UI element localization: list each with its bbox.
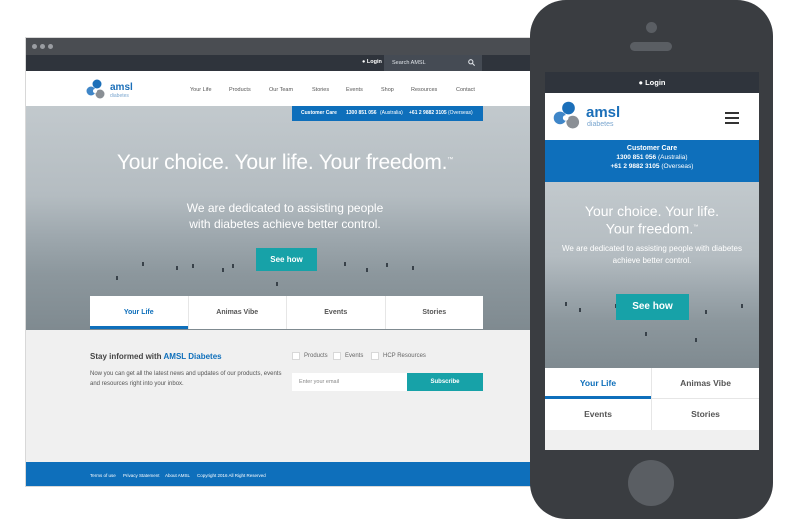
checkbox-events[interactable]: Events [333,352,363,360]
mobile-logo[interactable]: amsl diabetes [553,101,633,133]
email-input[interactable]: Enter your email [292,373,407,391]
tab-your-life[interactable]: Your Life [545,368,652,399]
tab-animas-vibe[interactable]: Animas Vibe [652,368,759,399]
mobile-login-bar[interactable]: ● Login [545,72,759,93]
mobile-hero-subtext: We are dedicated to assisting people wit… [562,244,742,265]
customer-care-label: Customer Care [301,110,337,116]
logo-circles-icon [86,79,105,99]
tab-your-life[interactable]: Your Life [90,296,189,329]
browser-chrome [26,38,544,55]
user-icon: ● [362,59,366,65]
checkbox-icon[interactable] [292,352,300,360]
logo-sub-text: diabetes [110,93,129,99]
newsletter-heading: Stay informed with AMSL Diabetes [90,352,222,361]
nav-resources[interactable]: Resources [411,87,437,93]
subscribe-button[interactable]: Subscribe [407,373,483,391]
region-au: (Australia) [657,154,688,161]
mobile-phone-au-row[interactable]: 1300 851 056 (Australia) [545,154,759,161]
desktop-login-link[interactable]: ● Login [362,59,382,65]
tab-animas-vibe[interactable]: Animas Vibe [189,296,287,329]
menu-icon[interactable] [725,112,739,127]
region-overseas: (Overseas) [448,110,473,116]
search-icon[interactable] [468,59,476,68]
checkbox-products[interactable]: Products [292,352,328,360]
phone-overseas[interactable]: +61 2 9882 3105 [409,110,447,116]
desktop-hero-subtext: We are dedicated to assisting people wit… [26,200,544,232]
checkbox-hcp-resources[interactable]: HCP Resources [371,352,426,360]
footer-about-link[interactable]: About AMSL [165,473,190,478]
trademark: ™ [447,157,454,163]
mobile-hero-headline: Your choice. Your life. Your freedom.™ [545,203,759,237]
newsletter-heading-brand: AMSL Diabetes [163,352,222,361]
newsletter-heading-prefix: Stay informed with [90,352,162,361]
desktop-tabs: Your Life Animas Vibe Events Stories [90,296,483,329]
search-placeholder: Search AMSL [392,60,426,66]
footer-copyright: Copyright 2016 All Right Reserved [197,473,266,478]
nav-contact[interactable]: Contact [456,87,475,93]
tab-events[interactable]: Events [545,399,652,430]
phone-au: 1300 851 056 [616,154,657,161]
checkbox-icon[interactable] [333,352,341,360]
desktop-browser-mockup: ● Login Search AMSL amsl diabetes Your L… [26,38,544,486]
hero-sub-line2: with diabetes achieve better control. [189,217,381,231]
logo-brand-text: amsl [110,82,133,93]
phone-speaker-icon [630,42,672,51]
mobile-phone-os-row[interactable]: +61 2 9882 3105 (Overseas) [545,163,759,170]
mobile-screen: ● Login amsl diabetes Customer Care 1300… [545,72,759,450]
window-dot-icon [32,44,37,49]
nav-stories[interactable]: Stories [312,87,329,93]
nav-your-life[interactable]: Your Life [190,87,212,93]
desktop-search-input[interactable]: Search AMSL [384,55,482,71]
phone-home-button[interactable] [628,460,674,506]
tab-stories[interactable]: Stories [652,399,759,430]
nav-events[interactable]: Events [346,87,363,93]
footer-privacy-link[interactable]: Privacy Statement [123,473,160,478]
nav-products[interactable]: Products [229,87,251,93]
newsletter-description: Now you can get all the latest news and … [90,371,282,387]
headline-text: Your choice. Your life. Your freedom. [116,151,448,174]
desktop-hero-headline: Your choice. Your life. Your freedom.™ [26,151,544,175]
tab-events[interactable]: Events [287,296,386,329]
mobile-see-how-button[interactable]: See how [616,294,689,320]
checkbox-icon[interactable] [371,352,379,360]
window-dot-icon [48,44,53,49]
region-au: (Australia) [380,110,403,116]
region-overseas: (Overseas) [661,163,694,170]
checkbox-label: Events [345,353,364,359]
logo-circles-icon [553,101,580,129]
window-dot-icon [40,44,45,49]
customer-care-label: Customer Care [626,145,678,152]
checkbox-label: HCP Resources [383,353,426,359]
desktop-customer-care-bar: Customer Care 1300 851 056 (Australia) +… [292,106,483,121]
phone-au[interactable]: 1300 851 056 [346,110,377,116]
logo-sub-text: diabetes [587,121,614,128]
mobile-customer-care: Customer Care 1300 851 056 (Australia) +… [545,140,759,182]
footer-terms-link[interactable]: Terms of use [90,473,116,478]
trademark: ™ [693,224,699,230]
user-icon: ● [638,78,643,87]
headline-line1: Your choice. Your life. [584,203,720,219]
checkbox-label: Products [304,353,328,359]
logo-brand-text: amsl [586,104,621,121]
mobile-login-label: Login [645,78,666,87]
mobile-tabs: Your Life Animas Vibe Events Stories [545,368,759,430]
tab-stories[interactable]: Stories [386,296,484,329]
nav-our-team[interactable]: Our Team [269,87,293,93]
phone-overseas: +61 2 9882 3105 [610,163,660,170]
desktop-logo[interactable]: amsl diabetes [86,79,138,101]
desktop-see-how-button[interactable]: See how [256,248,317,271]
hero-sub-line1: We are dedicated to assisting people [186,201,384,215]
headline-line2: Your freedom. [605,220,694,237]
phone-camera-icon [646,22,657,33]
nav-shop[interactable]: Shop [381,87,394,93]
